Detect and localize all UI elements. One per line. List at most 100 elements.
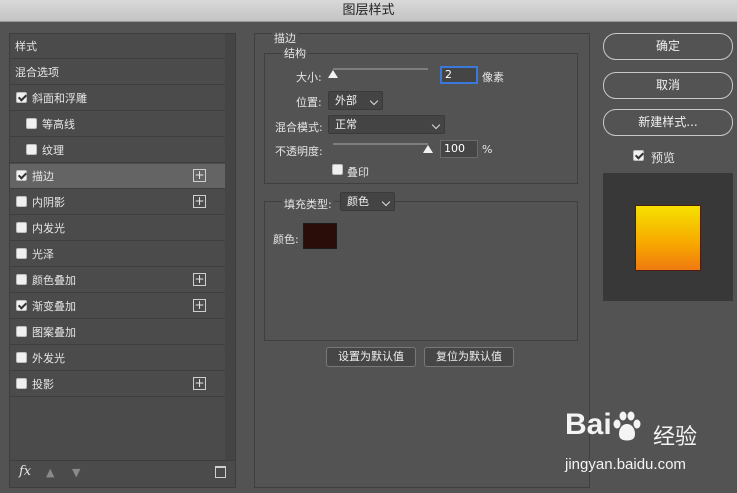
watermark-logo-text: Bai [565,408,612,441]
style-item-11[interactable]: 图案叠加 [10,320,226,345]
preview-label: 预览 [651,151,676,165]
style-item-checkbox[interactable] [16,222,27,233]
overprint-label: 叠印 [347,166,369,179]
style-preview [603,173,733,301]
add-effect-icon[interactable]: + [193,169,206,182]
style-item-checkbox[interactable] [16,248,27,259]
size-label: 大小: [296,71,322,84]
style-item-label: 描边 [32,170,54,183]
style-item-label: 纹理 [42,144,64,157]
style-item-3[interactable]: 等高线 [10,112,226,137]
style-list-header-label: 样式 [15,40,37,53]
ok-button[interactable]: 确定 [603,33,733,60]
window-title: 图层样式 [342,3,395,18]
add-effect-icon[interactable]: + [193,377,206,390]
style-item-label: 投影 [32,378,54,391]
position-value: 外部 [335,94,357,107]
reset-default-label: 复位为默认值 [436,350,502,363]
stroke-panel-title: 描边 [272,30,298,46]
preview-thumbnail [635,205,701,271]
chevron-down-icon [381,197,391,207]
position-select[interactable]: 外部 [328,91,383,110]
style-item-13[interactable]: 投影 + [10,372,226,397]
opacity-slider-handle[interactable] [423,145,433,153]
style-item-4[interactable]: 纹理 [10,138,226,163]
trash-icon[interactable] [215,466,226,478]
cancel-button[interactable]: 取消 [603,72,733,99]
opacity-value: 100 [444,142,465,155]
opacity-unit: % [482,143,493,156]
watermark-url: jingyan.baidu.com [565,456,686,473]
opacity-label: 不透明度: [275,145,323,158]
watermark-logo-suffix: 经验 [653,425,698,450]
style-item-label: 图案叠加 [32,326,76,339]
style-item-label: 渐变叠加 [32,300,76,313]
overprint-checkbox[interactable] [332,164,343,175]
style-list-footer: fx ▲ ▼ [10,460,235,487]
style-list-header[interactable]: 样式 [10,34,226,59]
size-slider-handle[interactable] [328,70,338,78]
style-item-label: 内阴影 [32,196,65,209]
style-item-1[interactable]: 混合选项 [10,60,226,85]
style-item-9[interactable]: 颜色叠加 + [10,268,226,293]
style-item-checkbox[interactable] [26,118,37,129]
baidu-jingyan-watermark: Bai 经验 jingyan.baidu.com [565,408,735,488]
fill-group [264,201,578,341]
style-item-label: 斜面和浮雕 [32,92,87,105]
chevron-down-icon [369,96,379,106]
paw-icon [613,411,641,441]
blend-mode-select[interactable]: 正常 [328,115,445,134]
arrow-down-icon[interactable]: ▼ [72,466,82,479]
make-default-button[interactable]: 设置为默认值 [326,347,416,367]
new-style-button[interactable]: 新建样式... [603,109,733,136]
size-value: 2 [445,68,452,81]
style-list-panel: 样式 混合选项斜面和浮雕等高线纹理描边 + 内阴影 + 内发光光泽颜色叠加 + 渐变叠加 + 图… [9,33,236,488]
chevron-down-icon [431,120,441,130]
blend-mode-value: 正常 [335,118,357,131]
opacity-slider-track[interactable] [333,143,428,145]
style-item-10[interactable]: 渐变叠加 + [10,294,226,319]
style-item-checkbox[interactable] [16,170,27,181]
style-item-label: 外发光 [32,352,65,365]
fill-type-select[interactable]: 颜色 [340,192,395,211]
style-item-6[interactable]: 内阴影 + [10,190,226,215]
style-item-checkbox[interactable] [16,300,27,311]
fill-type-label: 填充类型: [282,196,334,212]
style-item-label: 光泽 [32,248,54,261]
fill-type-value: 颜色 [347,195,369,208]
style-list-scrollbar[interactable] [225,34,235,462]
style-item-12[interactable]: 外发光 [10,346,226,371]
opacity-input[interactable]: 100 [440,140,478,158]
make-default-label: 设置为默认值 [338,350,404,363]
style-item-label: 等高线 [42,118,75,131]
add-effect-icon[interactable]: + [193,299,206,312]
arrow-up-icon[interactable]: ▲ [46,466,56,479]
blend-mode-label: 混合模式: [275,121,323,134]
color-label: 颜色: [273,233,299,246]
reset-default-button[interactable]: 复位为默认值 [424,347,514,367]
ok-label: 确定 [655,39,680,53]
style-item-label: 内发光 [32,222,65,235]
style-item-checkbox[interactable] [16,352,27,363]
preview-checkbox[interactable] [633,150,644,161]
style-item-7[interactable]: 内发光 [10,216,226,241]
style-item-label: 颜色叠加 [32,274,76,287]
style-item-checkbox[interactable] [16,378,27,389]
style-item-8[interactable]: 光泽 [10,242,226,267]
style-item-checkbox[interactable] [16,326,27,337]
cancel-label: 取消 [655,78,680,92]
style-item-checkbox[interactable] [26,144,37,155]
size-input[interactable]: 2 [440,66,478,84]
size-slider-track[interactable] [333,68,428,70]
position-label: 位置: [296,96,322,109]
fx-icon[interactable]: fx [19,464,31,479]
add-effect-icon[interactable]: + [193,273,206,286]
style-item-checkbox[interactable] [16,92,27,103]
style-item-checkbox[interactable] [16,196,27,207]
style-item-checkbox[interactable] [16,274,27,285]
style-item-5[interactable]: 描边 + [10,164,226,189]
add-effect-icon[interactable]: + [193,195,206,208]
new-style-label: 新建样式... [638,115,698,129]
style-item-2[interactable]: 斜面和浮雕 [10,86,226,111]
stroke-color-swatch[interactable] [303,223,337,249]
